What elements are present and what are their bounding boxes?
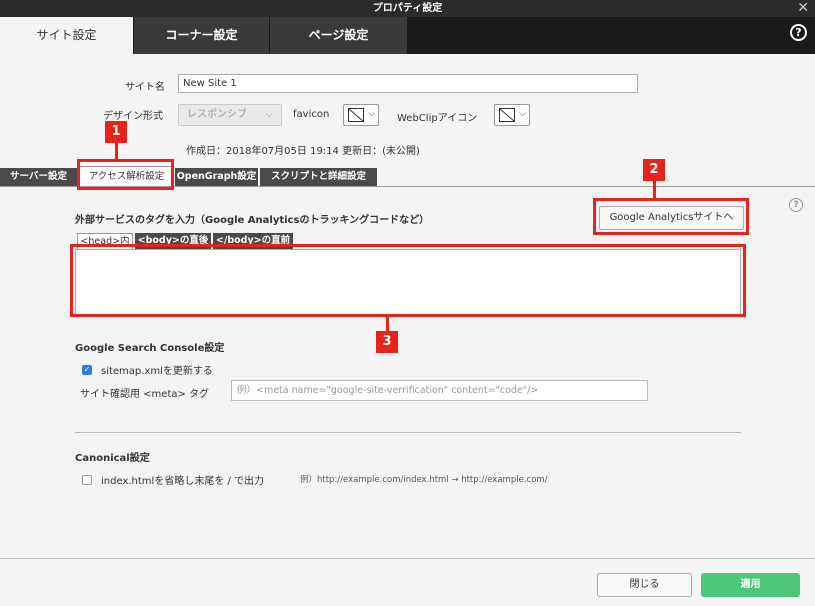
index-omit-label: index.htmlを省略し末尾を / で出力 — [101, 476, 265, 487]
main-tab-bar: サイト設定 コーナー設定 ページ設定 ? — [0, 17, 815, 54]
chevron-down-icon: ⌵ — [519, 109, 526, 119]
access-analysis-panel: 外部サービスのタグを入力（Google Analyticsのトラッキングコードな… — [0, 186, 815, 558]
window-title: プロパティ設定 — [372, 3, 443, 14]
tracking-code-textarea[interactable] — [75, 249, 741, 316]
tab-page-settings[interactable]: ページ設定 — [270, 17, 408, 54]
favicon-label: favicon — [293, 109, 330, 120]
checkmark-icon: ✓ — [83, 365, 91, 374]
close-icon[interactable]: ✕ — [797, 0, 809, 17]
favicon-select[interactable]: ⌵ — [343, 104, 379, 126]
code-tab-head[interactable]: <head>内 — [77, 233, 133, 249]
annotation-pointer-1 — [115, 143, 118, 160]
tab-server-settings[interactable]: サーバー設定 — [0, 168, 78, 186]
canonical-example: 例）http://example.com/index.html → http:/… — [300, 475, 548, 485]
meta-tag-label: サイト確認用 <meta> タグ — [80, 389, 210, 400]
close-button[interactable]: 閉じる — [597, 573, 692, 597]
webclip-label: WebClipアイコン — [397, 113, 478, 124]
meta-tag-input[interactable]: 例）<meta name="google-site-verrification"… — [231, 380, 648, 401]
tab-script-details[interactable]: スクリプトと詳細設定 — [260, 168, 378, 186]
tab-site-settings[interactable]: サイト設定 — [0, 17, 134, 54]
section-divider — [75, 432, 741, 433]
favicon-placeholder-icon — [348, 108, 364, 122]
date-info: 作成日：2018年07月05日 19:14 更新日：(未公開) — [186, 146, 420, 157]
annotation-badge-2: 2 — [643, 159, 665, 181]
design-label: デザイン形式 — [103, 111, 163, 122]
annotation-pointer-3 — [386, 317, 389, 332]
sitemap-checkbox[interactable]: ✓ — [82, 365, 92, 375]
webclip-select[interactable]: ⌵ — [494, 104, 530, 126]
chevron-down-icon: ⌵ — [265, 109, 273, 120]
annotation-pointer-2 — [653, 181, 656, 199]
annotation-badge-1: 1 — [105, 121, 127, 143]
help-icon[interactable]: ? — [790, 24, 807, 41]
site-name-label: サイト名 — [125, 82, 165, 93]
tab-access-analysis[interactable]: アクセス解析設定 — [79, 166, 174, 186]
design-select: レスポンシブ ⌵ — [178, 104, 282, 126]
window-titlebar: プロパティ設定 ✕ — [0, 0, 815, 17]
canonical-heading: Canonical設定 — [75, 453, 150, 464]
chevron-down-icon: ⌵ — [368, 109, 375, 119]
webclip-placeholder-icon — [499, 108, 515, 122]
code-tab-body-end[interactable]: </body>の直前 — [213, 233, 293, 249]
index-omit-checkbox[interactable] — [82, 475, 92, 485]
tab-opengraph[interactable]: OpenGraph設定 — [175, 168, 259, 186]
sitemap-label: sitemap.xmlを更新する — [101, 366, 213, 377]
code-tab-body-start[interactable]: <body>の直後 — [135, 233, 211, 249]
dialog-footer: 閉じる 適用 — [0, 558, 815, 606]
site-name-input[interactable]: New Site 1 — [178, 74, 638, 93]
apply-button[interactable]: 適用 — [701, 573, 800, 597]
google-analytics-button[interactable]: Google Analyticsサイトへ — [599, 206, 744, 230]
tab-corner-settings[interactable]: コーナー設定 — [134, 17, 270, 54]
search-console-heading: Google Search Console設定 — [75, 343, 225, 354]
design-select-value: レスポンシブ — [187, 109, 247, 120]
help-icon[interactable]: ? — [789, 198, 803, 212]
external-tag-label: 外部サービスのタグを入力（Google Analyticsのトラッキングコードな… — [75, 215, 430, 226]
annotation-badge-3: 3 — [376, 331, 398, 353]
